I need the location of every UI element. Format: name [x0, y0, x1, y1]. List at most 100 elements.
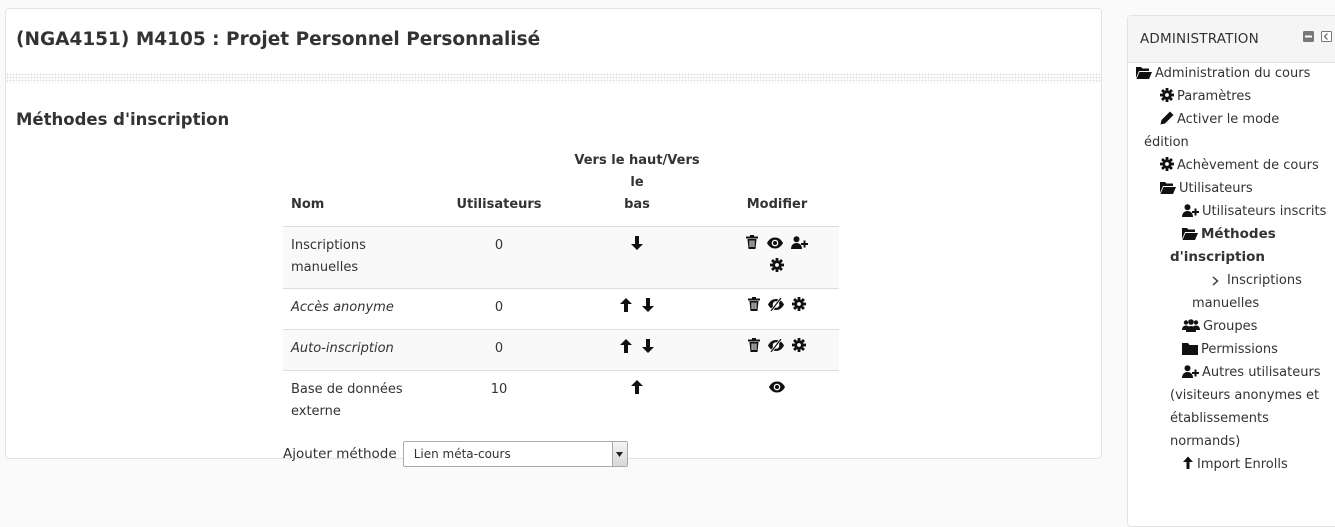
table-row: Auto-inscription 0	[283, 329, 839, 371]
tree-item-enrolled[interactable]: Utilisateurs inscrits	[1182, 200, 1326, 225]
tree-item-course-admin[interactable]: Administration du cours	[1136, 62, 1310, 87]
users-group-icon	[1182, 317, 1200, 340]
tree-label: Permissions	[1201, 342, 1278, 357]
tree-label: Import Enrolls	[1197, 457, 1288, 472]
tree-item-other-users-cont2: établissements	[1170, 407, 1269, 430]
dock-icon[interactable]	[1321, 31, 1332, 42]
method-name: Accès anonyme	[283, 288, 439, 330]
add-method-select-value: Lien méta-cours	[413, 447, 511, 461]
method-edit	[715, 226, 839, 289]
table-row: Inscriptions manuelles 0	[283, 226, 839, 289]
tree-item-other-users-cont1: (visiteurs anonymes et	[1170, 384, 1319, 407]
tree-label: normands)	[1170, 434, 1241, 449]
minimize-icon[interactable]	[1303, 31, 1314, 42]
method-edit	[715, 329, 839, 371]
tree-label: Méthodes	[1201, 226, 1276, 242]
tree-item-groups[interactable]: Groupes	[1182, 315, 1257, 340]
header-edit: Modifier	[715, 150, 839, 227]
method-updown	[559, 226, 715, 289]
method-edit	[715, 288, 839, 330]
trash-icon[interactable]	[746, 235, 759, 257]
header-users: Utilisateurs	[439, 150, 559, 227]
method-name-line1: Base de données	[291, 382, 403, 397]
method-name: Base de données externe	[283, 371, 439, 432]
header-name: Nom	[283, 150, 439, 227]
tree-label: Autres utilisateurs	[1202, 365, 1321, 380]
tree-item-other-users-cont3: normands)	[1170, 430, 1240, 453]
method-updown	[559, 288, 715, 330]
eye-slash-icon[interactable]	[768, 297, 784, 319]
tree-label: Inscriptions	[1227, 273, 1302, 288]
user-plus-icon	[1182, 363, 1199, 386]
tree-label: manuelles	[1192, 296, 1260, 311]
header-updown: Vers le haut/Vers le bas	[559, 150, 715, 227]
tree-item-methods[interactable]: Méthodes	[1182, 223, 1276, 248]
tree-item-edit-mode[interactable]: Activer le mode	[1160, 108, 1279, 133]
method-users: 10	[490, 382, 508, 397]
tree-label: Groupes	[1203, 319, 1258, 334]
method-edit	[715, 371, 839, 432]
add-method-label: Ajouter méthode	[283, 446, 397, 462]
trash-icon[interactable]	[747, 338, 760, 360]
cog-icon[interactable]	[792, 338, 807, 360]
method-name-line2: manuelles	[291, 260, 359, 275]
tree-item-import[interactable]: Import Enrolls	[1182, 453, 1288, 478]
add-method-select[interactable]: Lien méta-cours	[402, 441, 628, 467]
cog-icon	[1160, 156, 1174, 179]
tree-label: Paramètres	[1177, 89, 1252, 104]
cog-icon[interactable]	[770, 257, 784, 280]
arrow-up-icon[interactable]	[619, 338, 633, 362]
eye-slash-icon[interactable]	[768, 338, 784, 360]
arrow-down-icon[interactable]	[630, 235, 644, 256]
add-method-row: Ajouter méthode Lien méta-cours	[283, 441, 628, 467]
trash-icon[interactable]	[747, 297, 760, 319]
arrow-up-icon[interactable]	[630, 379, 644, 403]
tree-item-edit-mode-cont: édition	[1144, 131, 1189, 154]
header-separator	[6, 73, 1101, 83]
header-updown-line1: Vers le haut/Vers le	[574, 153, 700, 190]
table-header-row: Nom Utilisateurs Vers le haut/Vers le ba…	[283, 150, 839, 227]
cog-icon[interactable]	[792, 297, 807, 319]
tree-label: Achèvement de cours	[1177, 158, 1319, 173]
method-name-line2: externe	[291, 404, 341, 419]
tree-label: Activer le mode	[1177, 112, 1280, 127]
arrow-down-icon[interactable]	[641, 338, 655, 362]
tree-item-users[interactable]: Utilisateurs	[1160, 177, 1253, 202]
page-heading: Méthodes d'inscription	[16, 110, 230, 129]
method-name-line1: Inscriptions	[291, 238, 366, 253]
tree-item-permissions[interactable]: Permissions	[1182, 338, 1278, 363]
table-row: Base de données externe 10	[283, 371, 839, 432]
folder-icon	[1182, 340, 1198, 363]
header-updown-line2: bas	[624, 197, 650, 212]
enrol-methods-table: Nom Utilisateurs Vers le haut/Vers le ba…	[283, 150, 839, 431]
cog-icon	[1160, 87, 1174, 110]
dropdown-arrow-icon[interactable]	[611, 442, 627, 466]
tree-item-params[interactable]: Paramètres	[1160, 85, 1251, 110]
tree-item-methods-cont: d'inscription	[1170, 246, 1265, 269]
tree-label: (visiteurs anonymes et	[1170, 388, 1320, 403]
method-name: Auto-inscription	[283, 329, 439, 371]
tree-label: Administration du cours	[1155, 66, 1311, 81]
administration-title: ADMINISTRATION	[1140, 31, 1259, 47]
course-title: (NGA4151) M4105 : Projet Personnel Perso…	[16, 29, 541, 50]
folder-open-icon	[1136, 64, 1152, 87]
tree-label: Utilisateurs	[1179, 181, 1253, 196]
tree-label: établissements	[1170, 411, 1269, 426]
eye-icon[interactable]	[769, 379, 785, 401]
tree-item-completion[interactable]: Achèvement de cours	[1160, 154, 1319, 179]
arrow-down-icon[interactable]	[641, 297, 655, 321]
arrow-up-icon[interactable]	[619, 297, 633, 321]
upload-icon	[1182, 455, 1194, 478]
eye-icon[interactable]	[766, 235, 783, 257]
chevron-right-icon	[1212, 271, 1219, 294]
pencil-icon	[1160, 110, 1174, 133]
method-users: 0	[439, 226, 559, 289]
tree-item-other-users[interactable]: Autres utilisateurs	[1182, 361, 1321, 386]
method-updown	[559, 371, 715, 432]
user-plus-icon	[1182, 202, 1199, 225]
tree-label: Utilisateurs inscrits	[1202, 204, 1327, 219]
method-users: 0	[439, 288, 559, 330]
tree-item-manual[interactable]: Inscriptions	[1212, 269, 1302, 294]
user-plus-icon[interactable]	[790, 235, 808, 257]
method-updown	[559, 329, 715, 371]
